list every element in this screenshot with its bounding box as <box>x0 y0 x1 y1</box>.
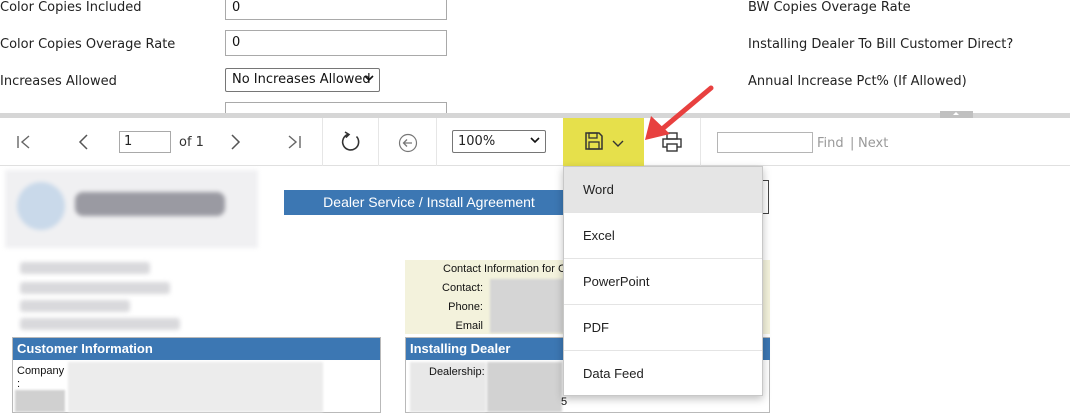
annotation-arrow-icon <box>645 85 714 140</box>
